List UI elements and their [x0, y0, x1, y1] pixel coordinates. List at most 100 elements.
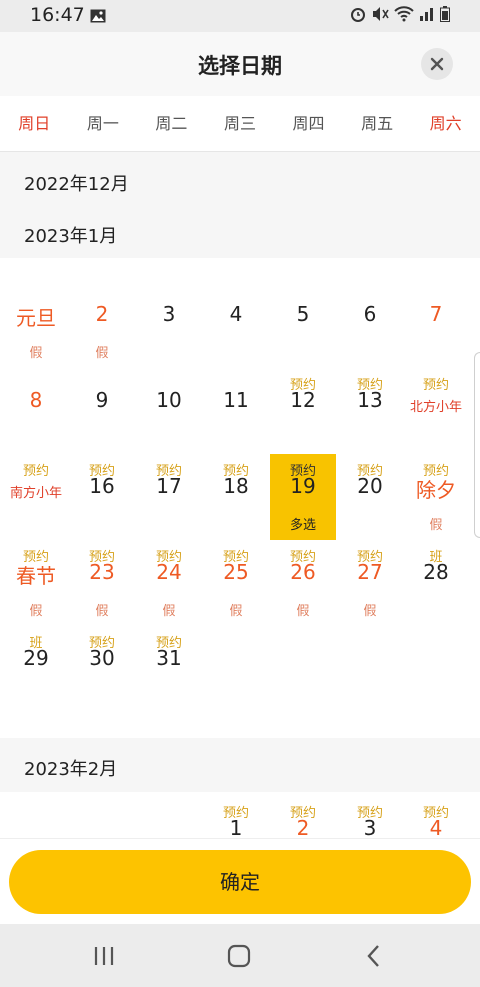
- weekday-sun: 周日: [18, 114, 51, 133]
- close-button[interactable]: [421, 48, 453, 80]
- date-picker-header: 选择日期: [0, 32, 480, 96]
- day-number: 4: [429, 816, 443, 838]
- gallery-icon: [90, 8, 106, 27]
- calendar-day-cell[interactable]: 预约 30: [69, 626, 135, 712]
- back-button[interactable]: [354, 938, 394, 974]
- battery-icon: [440, 6, 450, 26]
- day-number: 19: [290, 474, 316, 498]
- day-tag: 预约: [422, 378, 449, 393]
- day-festival: 北方小年: [409, 400, 462, 415]
- day-note: 假: [95, 346, 109, 361]
- calendar-day-cell[interactable]: 预约 17: [136, 454, 202, 540]
- day-number: 3: [162, 302, 176, 326]
- day-number: 除夕: [416, 478, 456, 502]
- weekday-sat: 周六: [429, 114, 462, 133]
- day-number: 春节: [16, 564, 56, 588]
- weekday-tue: 周二: [155, 114, 188, 133]
- day-number: 11: [223, 388, 249, 412]
- day-number: 29: [23, 646, 49, 670]
- day-note: 多选: [289, 518, 316, 533]
- calendar-day-cell[interactable]: 10: [136, 368, 202, 454]
- status-time: 16:47: [30, 4, 85, 26]
- day-tag: 预约: [22, 464, 49, 479]
- weekday-mon: 周一: [86, 114, 119, 133]
- calendar-day-cell[interactable]: 7: [403, 282, 469, 368]
- weekday-thu: 周四: [292, 114, 325, 133]
- calendar-day-cell[interactable]: 预约 24 假: [136, 540, 202, 626]
- day-number: 30: [89, 646, 115, 670]
- status-bar: 16:47: [0, 0, 480, 32]
- calendar-day-cell[interactable]: 9: [69, 368, 135, 454]
- calendar-day-cell[interactable]: 预约 1: [203, 796, 269, 838]
- calendar-day-cell[interactable]: 预约 26 假: [270, 540, 336, 626]
- calendar-day-cell[interactable]: 预约 除夕假: [403, 454, 469, 540]
- calendar-day-cell[interactable]: 预约 春节假: [3, 540, 69, 626]
- calendar-day-cell[interactable]: 预约 13: [337, 368, 403, 454]
- calendar-day-cell[interactable]: 3: [136, 282, 202, 368]
- calendar-day-cell[interactable]: 预约 2: [270, 796, 336, 838]
- day-note: 假: [429, 518, 443, 533]
- month-label-feb: 2023年2月: [24, 759, 118, 780]
- calendar-day-cell[interactable]: 11: [203, 368, 269, 454]
- calendar-day-cell[interactable]: 预约 北方小年: [403, 368, 469, 454]
- calendar-day-cell[interactable]: 元旦假: [3, 282, 69, 368]
- month-header-feb: 2023年2月: [0, 738, 480, 792]
- day-number: 31: [156, 646, 182, 670]
- calendar-day-cell[interactable]: 4: [203, 282, 269, 368]
- calendar-grid-feb: 预约 1 预约 2 预约 3 预约 4: [0, 792, 480, 838]
- day-number: 8: [29, 388, 43, 412]
- calendar-day-cell[interactable]: 8: [3, 368, 69, 454]
- calendar-day-cell[interactable]: 预约 25 假: [203, 540, 269, 626]
- calendar-day-cell[interactable]: 班 29: [3, 626, 69, 712]
- calendar-day-cell[interactable]: 预约 20: [337, 454, 403, 540]
- footer: 确定: [0, 838, 480, 924]
- scroll-handle[interactable]: [474, 352, 480, 538]
- calendar-day-cell[interactable]: 预约 3: [337, 796, 403, 838]
- calendar-day-cell[interactable]: 预约 27 假: [337, 540, 403, 626]
- calendar-day-cell[interactable]: 预约 18: [203, 454, 269, 540]
- day-number: 5: [296, 302, 310, 326]
- back-icon: [367, 945, 379, 967]
- calendar-day-cell[interactable]: 预约 4: [403, 796, 469, 838]
- day-note: 假: [296, 604, 310, 619]
- mute-icon: [371, 6, 389, 26]
- day-number: 元旦: [16, 306, 56, 330]
- close-icon: [430, 57, 444, 71]
- day-number: 27: [357, 560, 383, 584]
- day-number: 1: [229, 816, 243, 838]
- calendar-day-cell[interactable]: 预约 19 多选: [270, 454, 336, 540]
- calendar-day-cell[interactable]: 班 28: [403, 540, 469, 626]
- day-number: 17: [156, 474, 182, 498]
- calendar-day-cell[interactable]: 预约 12: [270, 368, 336, 454]
- day-number: 16: [89, 474, 115, 498]
- month-label-jan: 2023年1月: [24, 226, 118, 247]
- signal-icon: [419, 6, 435, 26]
- day-note: 假: [229, 604, 243, 619]
- day-number: 13: [357, 388, 383, 412]
- calendar-day-cell[interactable]: 预约 南方小年: [3, 454, 69, 540]
- alarm-icon: [350, 6, 366, 26]
- day-note: 假: [95, 604, 109, 619]
- status-icons: [350, 6, 450, 26]
- day-number: 28: [423, 560, 449, 584]
- day-note: 假: [29, 604, 43, 619]
- system-nav-bar: [0, 924, 480, 987]
- month-header-dec-jan: 2022年12月 2023年1月: [0, 152, 480, 258]
- calendar-grid-jan: 元旦假 2 假 3 4 5 6 7 8 9 10 11 预约 12 预约 13 预约 北方小年 预约 南方小年 预约 16…: [0, 258, 480, 738]
- day-number: 7: [429, 302, 443, 326]
- calendar-day-cell[interactable]: 6: [337, 282, 403, 368]
- home-button[interactable]: [219, 938, 259, 974]
- page-title: 选择日期: [198, 54, 282, 78]
- calendar-day-cell[interactable]: 2假: [69, 282, 135, 368]
- calendar-day-cell[interactable]: 预约 16: [69, 454, 135, 540]
- recent-apps-icon: [94, 947, 114, 965]
- confirm-button[interactable]: 确定: [9, 850, 471, 914]
- weekday-wed: 周三: [223, 114, 256, 133]
- calendar-day-cell[interactable]: 5: [270, 282, 336, 368]
- day-note: 假: [162, 604, 176, 619]
- day-number: 24: [156, 560, 182, 584]
- calendar-day-cell[interactable]: 预约 31: [136, 626, 202, 712]
- day-number: 18: [223, 474, 249, 498]
- calendar-day-cell[interactable]: 预约 23 假: [69, 540, 135, 626]
- recent-apps-button[interactable]: [84, 938, 124, 974]
